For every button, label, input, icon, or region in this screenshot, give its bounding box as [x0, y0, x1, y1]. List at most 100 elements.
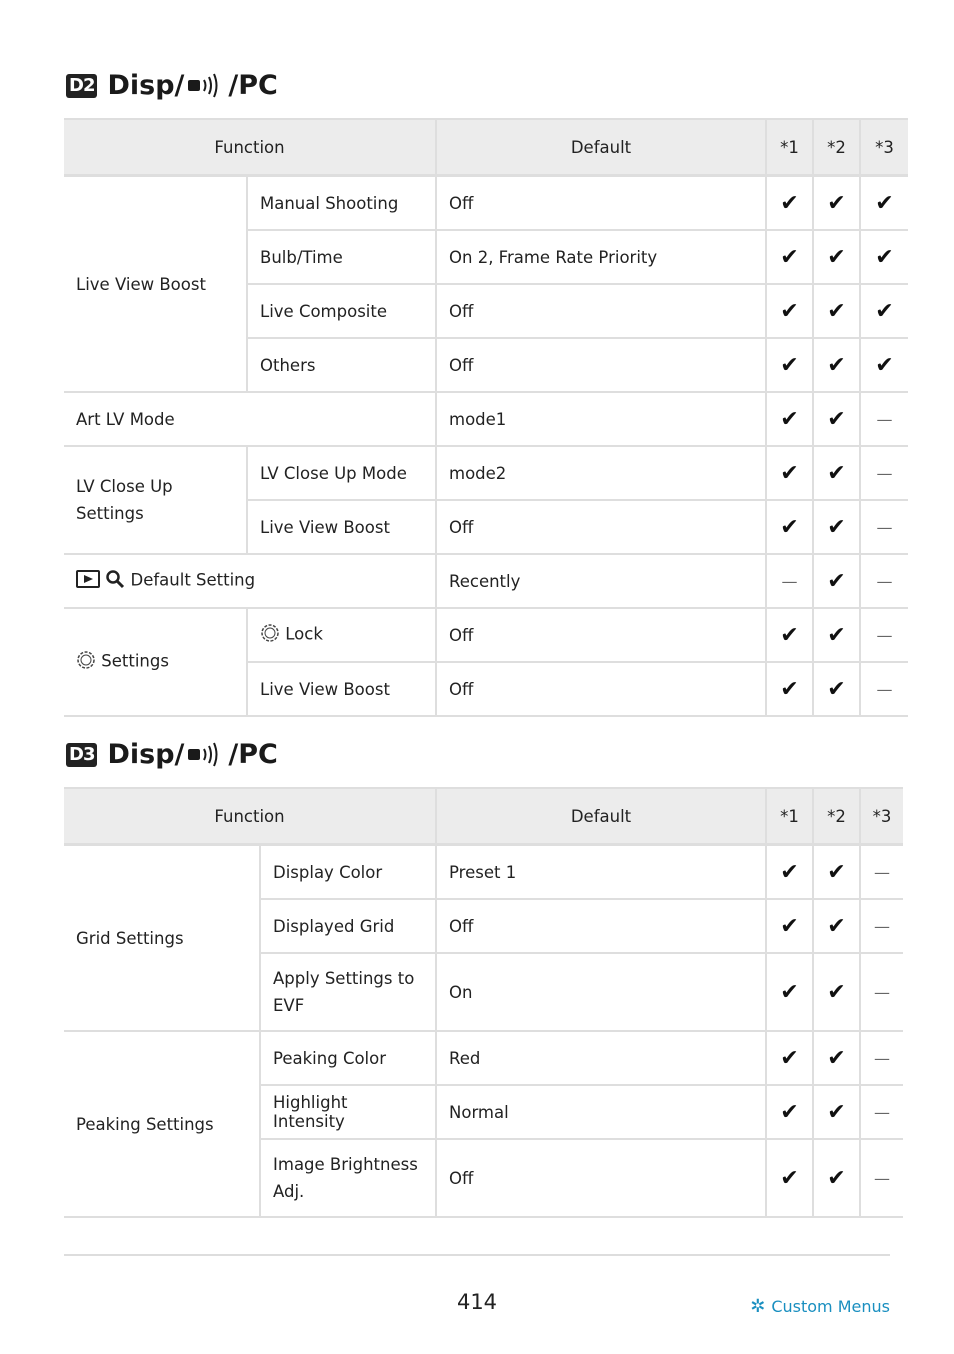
- header-c1: *1: [766, 787, 814, 846]
- check-icon: ✔: [766, 899, 814, 954]
- default-cell: mode2: [436, 446, 767, 501]
- dash-icon: —: [860, 392, 908, 447]
- dash-icon: —: [860, 554, 908, 609]
- check-icon: ✔: [766, 500, 814, 555]
- check-icon: ✔: [813, 446, 861, 501]
- item-cell: Apply Settings to EVF: [260, 953, 437, 1032]
- default-cell: Off: [436, 284, 767, 339]
- check-icon: ✔: [813, 1139, 861, 1218]
- d3-badge: D3: [66, 742, 98, 767]
- item-cell: Highlight Intensity: [260, 1085, 437, 1140]
- check-icon: ✔: [766, 392, 814, 447]
- table-row: Peaking Settings Peaking Color Red ✔ ✔ —: [64, 1031, 903, 1218]
- item-cell: Display Color: [260, 844, 437, 900]
- section-title-d2: D2 Disp/ /PC: [66, 70, 278, 101]
- speaker-icon: [186, 72, 226, 100]
- header-c3: *3: [860, 787, 903, 846]
- check-icon: ✔: [813, 844, 861, 900]
- dash-icon: —: [860, 662, 908, 717]
- group-cell: Art LV Mode: [64, 392, 437, 447]
- check-icon: ✔: [813, 953, 861, 1032]
- check-icon: ✔: [766, 446, 814, 501]
- custom-menus-label: Custom Menus: [771, 1297, 890, 1316]
- table-row: LV Close Up Settings LV Close Up Mode mo…: [64, 446, 908, 555]
- check-icon: ✔: [766, 1031, 814, 1086]
- check-icon: ✔: [813, 392, 861, 447]
- default-cell: Off: [436, 608, 767, 663]
- check-icon: ✔: [813, 554, 861, 609]
- table-row: Live View Boost Manual Shooting Off ✔ ✔ …: [64, 175, 908, 393]
- check-icon: ✔: [766, 338, 814, 393]
- default-cell: On 2, Frame Rate Priority: [436, 230, 767, 285]
- default-cell: Preset 1: [436, 844, 767, 900]
- header-row: Function Default *1 *2 *3: [64, 118, 908, 177]
- default-cell: Off: [436, 175, 767, 231]
- default-cell: Off: [436, 899, 767, 954]
- default-cell: Normal: [436, 1085, 767, 1140]
- speaker-icon: [186, 741, 226, 769]
- header-c2: *2: [813, 118, 861, 177]
- dash-icon: —: [860, 844, 903, 900]
- item-cell: Live Composite: [247, 284, 437, 339]
- default-cell: On: [436, 953, 767, 1032]
- check-icon: ✔: [813, 608, 861, 663]
- group-cell: Grid Settings: [64, 844, 261, 1032]
- dash-icon: —: [860, 1139, 903, 1218]
- d2-badge: D2: [66, 73, 98, 98]
- default-cell: Recently: [436, 554, 767, 609]
- title-suffix: /PC: [228, 739, 278, 770]
- header-function: Function: [64, 118, 437, 177]
- check-icon: ✔: [813, 230, 861, 285]
- header-row: Function Default *1 *2 *3: [64, 787, 903, 846]
- dash-icon: —: [860, 608, 908, 663]
- title-text: Disp/: [107, 739, 185, 770]
- item-label: Lock: [285, 624, 323, 644]
- section-title-d3: D3 Disp/ /PC: [66, 739, 278, 770]
- check-icon: ✔: [813, 1031, 861, 1086]
- item-cell: Lock: [247, 608, 437, 663]
- item-cell: Others: [247, 338, 437, 393]
- header-function: Function: [64, 787, 437, 846]
- check-icon: ✔: [766, 1139, 814, 1218]
- default-cell: mode1: [436, 392, 767, 447]
- default-cell: Off: [436, 1139, 767, 1218]
- magnify-icon: [105, 569, 125, 593]
- table-row: Default Setting Recently — ✔ —: [64, 554, 908, 609]
- check-icon: ✔: [766, 608, 814, 663]
- check-icon: ✔: [813, 899, 861, 954]
- default-cell: Off: [436, 338, 767, 393]
- dash-icon: —: [860, 899, 903, 954]
- custom-menus-link[interactable]: ✲ Custom Menus: [750, 1296, 890, 1317]
- check-icon: ✔: [766, 230, 814, 285]
- dash-icon: —: [860, 1031, 903, 1086]
- item-cell: Manual Shooting: [247, 175, 437, 231]
- footer-divider: [64, 1254, 890, 1256]
- check-icon: ✔: [766, 662, 814, 717]
- header-default: Default: [436, 787, 767, 846]
- header-c2: *2: [813, 787, 861, 846]
- item-cell: Displayed Grid: [260, 899, 437, 954]
- check-icon: ✔: [813, 338, 861, 393]
- check-icon: ✔: [766, 175, 814, 231]
- header-c1: *1: [766, 118, 814, 177]
- check-icon: ✔: [813, 500, 861, 555]
- gear-icon: ✲: [750, 1296, 766, 1317]
- check-icon: ✔: [766, 844, 814, 900]
- default-cell: Red: [436, 1031, 767, 1086]
- aperture-icon: [260, 623, 280, 647]
- group-cell: LV Close Up Settings: [64, 446, 248, 555]
- group-cell: Peaking Settings: [64, 1031, 261, 1218]
- check-icon: ✔: [813, 175, 861, 231]
- table-row: Settings Lock Off ✔ ✔ —: [64, 608, 908, 717]
- d2-table: Function Default *1 *2 *3 Live View Boos…: [64, 118, 908, 717]
- check-icon: ✔: [813, 284, 861, 339]
- header-c3: *3: [860, 118, 908, 177]
- d3-table: Function Default *1 *2 *3 Grid Settings …: [64, 787, 903, 1218]
- dash-icon: —: [860, 446, 908, 501]
- playback-icon: [76, 570, 100, 592]
- item-cell: Live View Boost: [247, 500, 437, 555]
- group-label: Default Setting: [130, 570, 256, 590]
- item-cell: LV Close Up Mode: [247, 446, 437, 501]
- default-cell: Off: [436, 662, 767, 717]
- check-icon: ✔: [813, 1085, 861, 1140]
